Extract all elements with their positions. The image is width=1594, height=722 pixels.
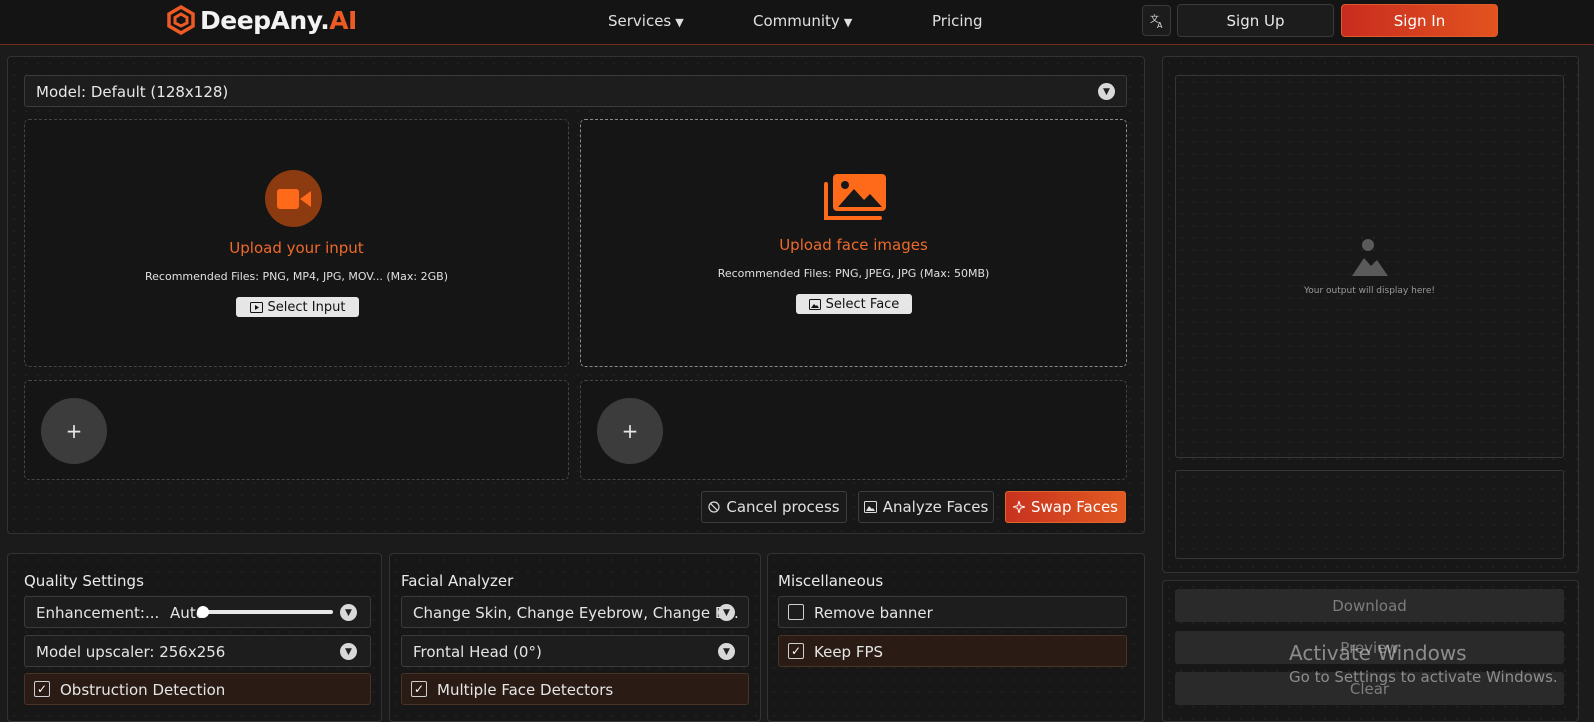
multiple-face-detectors-label: Multiple Face Detectors — [437, 681, 614, 699]
svg-text:A: A — [1157, 21, 1163, 29]
input-drop-zone[interactable]: Upload your input Recommended Files: PNG… — [24, 119, 569, 367]
face-zone-title: Upload face images — [779, 236, 928, 254]
page-scrollbar[interactable] — [1584, 46, 1594, 722]
obstruction-detection-checkbox[interactable]: ✓ — [34, 681, 50, 697]
face-extra-slot: + — [580, 380, 1127, 480]
obstruction-detection-toggle[interactable]: Obstruction Detection — [24, 673, 371, 705]
video-camera-icon — [265, 170, 322, 227]
analyze-faces-label: Analyze Faces — [882, 498, 989, 516]
enhancement-label: Enhancement:... — [36, 604, 160, 622]
head-angle-value: Frontal Head (0°) — [413, 643, 542, 661]
output-placeholder-text: Your output will display here! — [1303, 286, 1436, 296]
select-face-button[interactable]: Select Face — [796, 294, 912, 314]
sparkle-icon — [1012, 501, 1025, 513]
windows-activation-text: Go to Settings to activate Windows. — [1289, 668, 1558, 686]
miscellaneous-title: Miscellaneous — [778, 572, 884, 590]
facial-analyzer-title: Facial Analyzer — [401, 572, 514, 590]
add-input-button[interactable]: + — [41, 398, 107, 464]
input-extra-slot: + — [24, 380, 569, 480]
face-zone-subtitle: Recommended Files: PNG, JPEG, JPG (Max: … — [717, 267, 990, 280]
image-placeholder-icon — [1351, 238, 1389, 280]
logo-text: DeepAny.AI — [200, 5, 357, 35]
add-face-button[interactable]: + — [597, 398, 663, 464]
remove-banner-checkbox[interactable] — [788, 604, 804, 620]
model-upscaler-value: Model upscaler: 256x256 — [36, 643, 226, 661]
model-select[interactable]: Model: Default (128x128) ▼ — [24, 75, 1127, 107]
translate-icon: 文 A — [1150, 13, 1163, 29]
multiple-face-detectors-checkbox[interactable]: ✓ — [411, 681, 427, 697]
obstruction-detection-label: Obstruction Detection — [60, 681, 226, 699]
face-drop-zone[interactable]: Upload face images Recommended Files: PN… — [580, 119, 1127, 367]
head-angle-select[interactable]: Frontal Head (0°) — [401, 635, 749, 667]
cancel-icon — [708, 501, 720, 513]
image-stack-icon — [822, 172, 886, 222]
remove-banner-toggle[interactable]: Remove banner — [778, 596, 1127, 628]
chevron-down-icon[interactable]: ▼ — [340, 604, 357, 621]
keep-fps-checkbox[interactable]: ✓ — [788, 643, 804, 659]
language-button[interactable]: 文 A — [1142, 5, 1171, 36]
chevron-down-icon: ▼ — [843, 16, 853, 29]
facial-changes-select[interactable]: Change Skin, Change Eyebrow, Change E... — [401, 596, 749, 628]
quality-settings-title: Quality Settings — [24, 572, 144, 590]
logo-icon — [167, 5, 195, 35]
keep-fps-toggle[interactable]: Keep FPS — [778, 635, 1127, 667]
download-button[interactable]: Download — [1175, 589, 1564, 622]
cancel-process-label: Cancel process — [726, 498, 840, 516]
windows-activation-title: Activate Windows — [1289, 641, 1467, 665]
nav-pricing[interactable]: Pricing — [932, 12, 983, 30]
image-icon — [808, 298, 821, 310]
swap-faces-label: Swap Faces — [1030, 498, 1118, 516]
nav-community-label: Community — [753, 12, 840, 30]
swap-faces-button[interactable]: Swap Faces — [1005, 491, 1126, 523]
output-thumbnails-area — [1175, 470, 1564, 559]
chevron-down-icon: ▼ — [340, 643, 357, 660]
select-input-button[interactable]: Select Input — [236, 297, 359, 317]
nav-pricing-label: Pricing — [932, 12, 983, 30]
analyze-faces-button[interactable]: Analyze Faces — [858, 491, 994, 523]
chevron-down-icon: ▼ — [718, 643, 735, 660]
chevron-down-icon: ▼ — [1098, 83, 1115, 100]
remove-banner-label: Remove banner — [814, 604, 933, 622]
nav-services[interactable]: Services ▼ — [608, 12, 684, 30]
nav-community[interactable]: Community ▼ — [753, 12, 852, 30]
sign-up-button[interactable]: Sign Up — [1177, 4, 1334, 37]
sign-in-button[interactable]: Sign In — [1341, 4, 1498, 37]
top-nav-bar: DeepAny.AI Services ▼ Community ▼ Pricing … — [0, 0, 1594, 45]
model-upscaler-select[interactable]: Model upscaler: 256x256 — [24, 635, 371, 667]
output-preview-area: Your output will display here! — [1175, 75, 1564, 458]
chevron-down-icon: ▼ — [718, 604, 735, 621]
input-zone-subtitle: Recommended Files: PNG, MP4, JPG, MOV...… — [145, 270, 448, 283]
facial-changes-value: Change Skin, Change Eyebrow, Change E... — [413, 604, 739, 622]
enhancement-slider-track[interactable] — [198, 610, 333, 614]
model-select-value: Model: Default (128x128) — [36, 83, 229, 101]
nav-services-label: Services — [608, 12, 672, 30]
multiple-face-detectors-toggle[interactable]: Multiple Face Detectors — [401, 673, 749, 705]
select-input-label: Select Input — [267, 299, 346, 315]
video-icon — [249, 301, 263, 313]
cancel-process-button[interactable]: Cancel process — [701, 491, 847, 523]
input-zone-title: Upload your input — [229, 239, 364, 257]
brand-logo[interactable]: DeepAny.AI — [166, 5, 357, 35]
image-icon — [863, 501, 877, 513]
select-face-label: Select Face — [825, 296, 900, 312]
chevron-down-icon: ▼ — [675, 16, 684, 29]
